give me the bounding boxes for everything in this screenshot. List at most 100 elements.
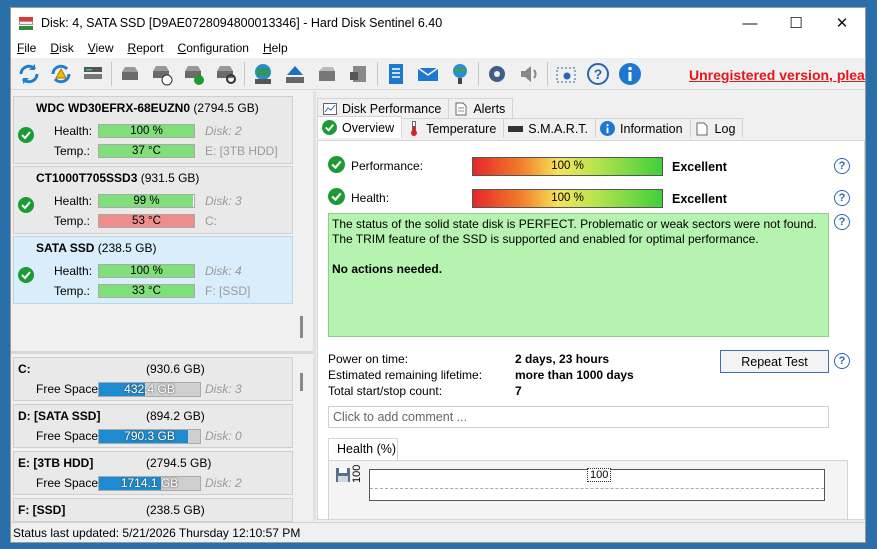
volume-list-scroll-thumb[interactable]: [300, 373, 303, 391]
menu-report[interactable]: Report: [128, 41, 164, 55]
hdd-scan-icon[interactable]: [212, 60, 239, 87]
health-rating: Excellent: [672, 192, 727, 206]
screenshot-icon[interactable]: [552, 60, 579, 87]
volume-name: E: [3TB HDD]: [18, 456, 94, 470]
status-line: The status of the solid state disk is PE…: [332, 217, 817, 231]
app-icon: [19, 16, 33, 30]
report-icon[interactable]: [382, 60, 409, 87]
disk-stack-icon[interactable]: [313, 60, 340, 87]
help-icon[interactable]: ?: [834, 353, 850, 369]
status-line: The TRIM feature of the SSD is supported…: [332, 232, 759, 246]
info-icon[interactable]: [616, 60, 643, 87]
help-icon[interactable]: ?: [834, 214, 850, 230]
status-text-box: The status of the solid state disk is PE…: [328, 213, 829, 337]
close-button[interactable]: ✕: [819, 8, 865, 38]
right-pane: Disk Performance Alerts Overview Tempera…: [317, 96, 865, 520]
menu-configuration[interactable]: Configuration: [178, 41, 249, 55]
tab-log[interactable]: Log: [689, 118, 744, 138]
power-on-value: 2 days, 23 hours: [515, 352, 610, 366]
lifetime-label: Estimated remaining lifetime:: [328, 368, 483, 382]
disk-card[interactable]: WDC WD30EFRX-68EUZN0 (2794.5 GB) Health:…: [13, 96, 293, 164]
eject-icon[interactable]: [281, 60, 308, 87]
performance-row: Performance:: [328, 156, 424, 175]
drive-letter: E: [3TB HDD]: [205, 144, 278, 158]
health-row: Health:: [328, 188, 390, 207]
disk-card-selected[interactable]: SATA SSD (238.5 GB) Health: 100 % Disk: …: [13, 236, 293, 304]
performance-label: Performance:: [351, 159, 424, 173]
gear-icon[interactable]: [483, 60, 510, 87]
menu-view[interactable]: View: [88, 41, 114, 55]
disk-list-icon[interactable]: [79, 60, 106, 87]
free-space-label: Free Space: [36, 382, 99, 396]
graph-line: [370, 488, 824, 489]
free-space-bar: 790.3 GB: [98, 429, 201, 444]
volume-card[interactable]: D: [SATA SSD] (894.2 GB) Free Space 790.…: [13, 404, 293, 448]
disk-name: WDC WD30EFRX-68EUZN0 (2794.5 GB): [36, 101, 259, 115]
splitter[interactable]: [11, 351, 313, 354]
tab-disk-performance[interactable]: Disk Performance: [317, 98, 450, 118]
health-bar: 100 %: [98, 124, 195, 138]
alerts-doc-icon: [453, 101, 468, 116]
menu-help[interactable]: Help: [263, 41, 288, 55]
volume-card[interactable]: C: (930.6 GB) Free Space 432.4 GB Disk: …: [13, 357, 293, 401]
comment-input[interactable]: Click to add comment ...: [328, 406, 829, 428]
help-icon[interactable]: ?: [584, 60, 611, 87]
free-space-label: Free Space: [36, 476, 99, 490]
volume-size: (2794.5 GB): [146, 456, 212, 470]
info-icon: [600, 121, 616, 136]
disk-list-scroll-thumb[interactable]: [300, 316, 303, 338]
overview-panel: Performance: 100 % Excellent ? Health: 1…: [317, 140, 865, 520]
top-tabs: Disk Performance Alerts: [317, 98, 514, 118]
disk-number: Disk: 4: [205, 264, 242, 278]
network-icon[interactable]: [446, 60, 473, 87]
left-pane: WDC WD30EFRX-68EUZN0 (2794.5 GB) Health:…: [11, 91, 313, 522]
health-bar: 99 %: [98, 194, 195, 208]
hdd-clock-icon[interactable]: [148, 60, 175, 87]
disk-name: CT1000T705SSD3 (931.5 GB): [36, 171, 200, 185]
tab-temperature[interactable]: Temperature: [401, 118, 505, 138]
check-icon: [18, 267, 34, 283]
disk-list-scrollbar[interactable]: [295, 96, 309, 306]
hdd-check-icon[interactable]: [180, 60, 207, 87]
graph-point-label: 100: [587, 468, 612, 482]
volume-name: C:: [18, 362, 31, 376]
maximize-button[interactable]: ☐: [773, 8, 819, 38]
volume-name: D: [SATA SSD]: [18, 409, 101, 423]
vertical-splitter[interactable]: [313, 91, 316, 521]
help-icon[interactable]: ?: [834, 158, 850, 174]
status-bar: Status last updated: 5/21/2026 Thursday …: [11, 522, 865, 542]
disk-external-icon[interactable]: [345, 60, 372, 87]
temp-bar: 33 °C: [98, 284, 195, 298]
tab-health-graph[interactable]: Health (%): [328, 438, 398, 460]
drive-letter: F: [SSD]: [205, 284, 251, 298]
tab-overview[interactable]: Overview: [317, 116, 403, 138]
tab-information[interactable]: Information: [595, 118, 691, 138]
log-doc-icon: [695, 121, 710, 136]
temp-bar: 37 °C: [98, 144, 195, 158]
disk-number: Disk: 3: [205, 194, 242, 208]
repeat-test-button[interactable]: Repeat Test: [720, 350, 829, 373]
check-icon: [18, 197, 34, 213]
health-label: Health:: [351, 191, 390, 205]
health-graph: 100 100: [328, 460, 848, 520]
volume-card[interactable]: E: [3TB HDD] (2794.5 GB) Free Space 1714…: [13, 451, 293, 495]
menu-file[interactable]: File: [17, 41, 36, 55]
disk-card[interactable]: CT1000T705SSD3 (931.5 GB) Health: 99 % D…: [13, 166, 293, 234]
help-icon[interactable]: ?: [834, 190, 850, 206]
tab-smart[interactable]: S.M.A.R.T.: [503, 118, 597, 138]
hdd-icon[interactable]: [116, 60, 143, 87]
mail-icon[interactable]: [414, 60, 441, 87]
tab-alerts[interactable]: Alerts: [448, 98, 514, 118]
globe-disk-icon[interactable]: [249, 60, 276, 87]
volume-card[interactable]: F: [SSD] (238.5 GB): [13, 498, 293, 522]
save-icon[interactable]: [335, 467, 351, 483]
speaker-icon[interactable]: [515, 60, 542, 87]
refresh-warning-icon[interactable]: [47, 60, 74, 87]
minimize-button[interactable]: —: [727, 8, 773, 38]
disk-number: Disk: 2: [205, 124, 242, 138]
refresh-icon[interactable]: [15, 60, 42, 87]
bottom-tabs: Overview Temperature S.M.A.R.T. Informat…: [317, 116, 744, 138]
menu-disk[interactable]: Disk: [50, 41, 73, 55]
temp-bar: 53 °C: [98, 214, 195, 228]
unregistered-link[interactable]: Unregistered version, please: [689, 67, 865, 83]
